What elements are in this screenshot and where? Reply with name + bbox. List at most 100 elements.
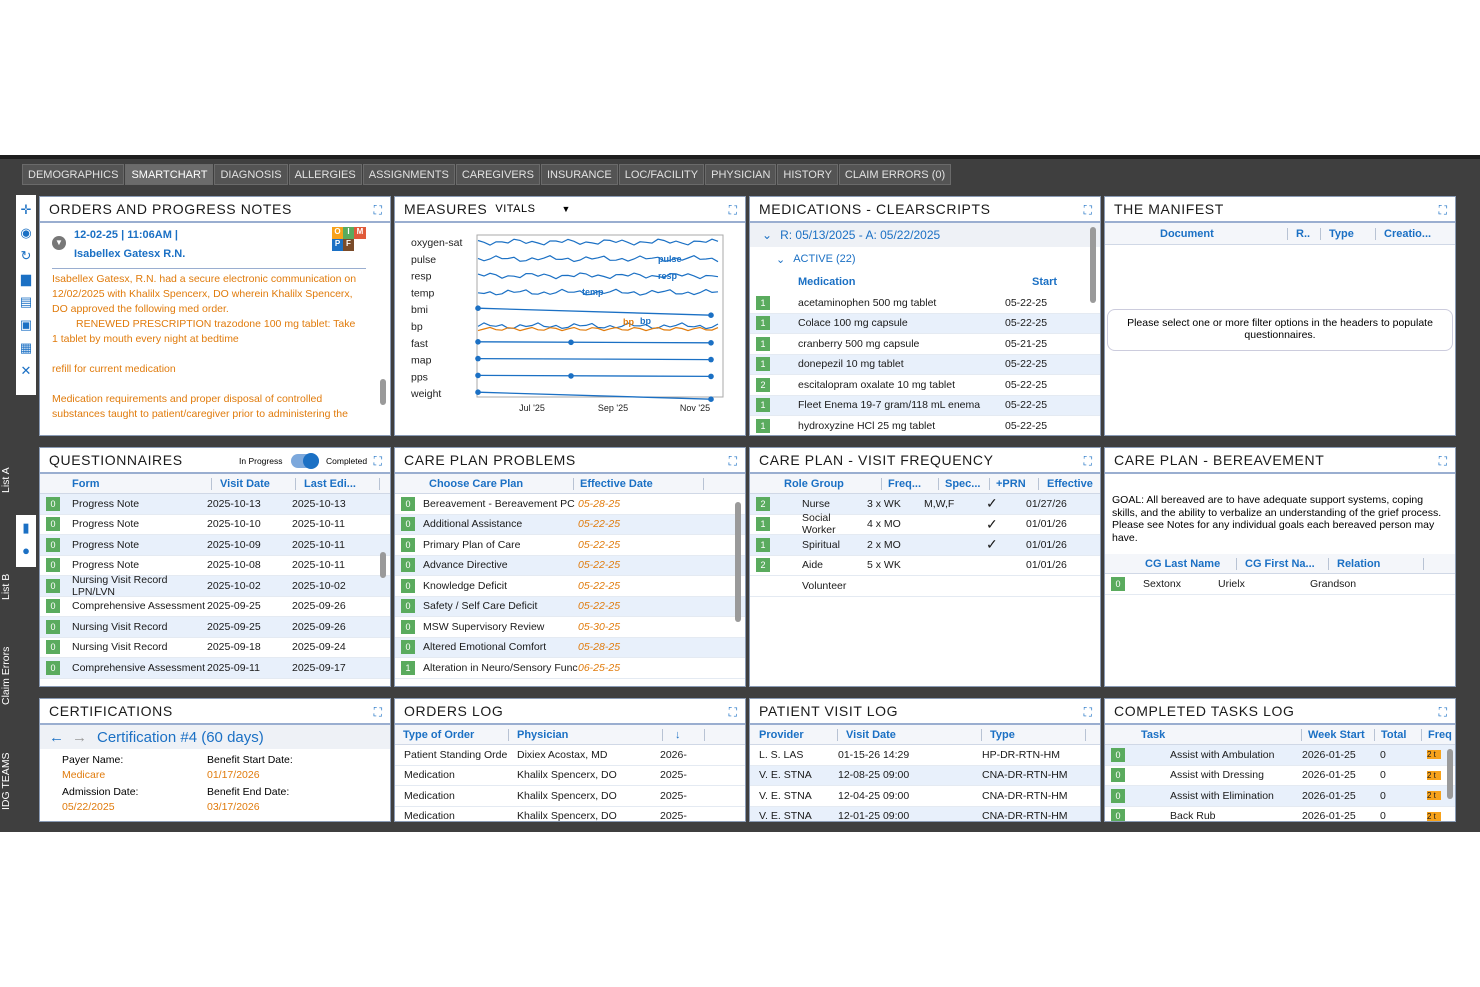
col-provider[interactable]: Provider <box>750 728 838 741</box>
expand-icon[interactable]: ⛶ <box>374 705 382 720</box>
arrow-left-icon[interactable]: ← <box>49 729 64 746</box>
medication-row[interactable]: 1 donepezil 10 mg tablet 05-22-25 <box>750 354 1100 375</box>
refresh-icon[interactable]: ↻ <box>21 247 32 264</box>
map-pin-icon[interactable]: ● <box>22 542 30 559</box>
care-plan-row[interactable]: 0 Primary Plan of Care 05-22-25 <box>395 535 745 556</box>
tab-insurance[interactable]: INSURANCE <box>540 164 618 185</box>
side-tab-claim-errors[interactable]: Claim Errors <box>0 647 12 705</box>
order-log-row[interactable]: Medication Khalilx Spencerx, DO 2025- <box>395 786 745 807</box>
arrow-right-icon[interactable]: → <box>72 729 87 746</box>
expand-icon[interactable]: ⛶ <box>729 705 737 720</box>
col-type[interactable]: Type <box>1321 227 1376 240</box>
tab-caregivers[interactable]: CAREGIVERS <box>455 164 540 185</box>
tab-demographics[interactable]: DEMOGRAPHICS <box>22 164 125 185</box>
order-log-row[interactable]: Medication Khalilx Spencerx, DO 2025- <box>395 766 745 786</box>
col-creation[interactable]: Creatio... <box>1376 228 1431 240</box>
medication-row[interactable]: 1 acetaminophen 500 mg tablet 05-22-25 <box>750 293 1100 314</box>
questionnaire-row[interactable]: 0 Comprehensive Assessment 2025-09-25 2025-… <box>40 597 390 617</box>
vitals-dropdown[interactable]: VITALS <box>495 203 535 215</box>
scrollbar[interactable] <box>735 502 741 622</box>
questionnaire-row[interactable]: 0 Progress Note 2025-10-09 2025-10-11 <box>40 535 390 556</box>
scrollbar[interactable] <box>380 379 386 405</box>
task-row[interactable]: 0 Back Rub 2026-01-25 0 2 t <box>1105 807 1455 821</box>
col-freq[interactable]: Freq... <box>882 477 939 490</box>
visit-log-row[interactable]: V. E. STNA 12-01-25 09:00 CNA-DR-RTN-HM <box>750 806 1100 821</box>
note-author[interactable]: Isabellex Gatesx R.N. <box>74 248 185 260</box>
scrollbar[interactable] <box>1090 227 1096 303</box>
questionnaire-row[interactable]: 0 Progress Note 2025-10-10 2025-10-11 <box>40 515 390 535</box>
tab-diagnosis[interactable]: DIAGNOSIS <box>214 164 288 185</box>
expand-icon[interactable]: ⛶ <box>1084 705 1092 720</box>
care-plan-row[interactable]: 0 Advance Directive 05-22-25 <box>395 555 745 576</box>
expand-icon[interactable]: ⛶ <box>1084 454 1092 469</box>
tab-smartchart[interactable]: SMARTCHART <box>125 164 214 185</box>
sort-down-icon[interactable]: ↓ <box>663 728 705 741</box>
col-prn[interactable]: +PRN <box>990 477 1039 490</box>
col-total[interactable]: Total <box>1375 728 1422 741</box>
visit-frequency-row[interactable]: Volunteer <box>750 576 1100 597</box>
visit-log-row[interactable]: L. S. LAS 01-15-26 14:29 HP-DR-RTN-HM <box>750 745 1100 766</box>
col-medication[interactable]: Medication <box>798 276 1032 288</box>
side-tab-idg-teams[interactable]: IDG TEAMS <box>0 752 12 810</box>
expand-icon[interactable]: ⛶ <box>374 203 382 218</box>
expand-icon[interactable]: ⛶ <box>1439 454 1447 469</box>
visit-frequency-row[interactable]: 1 Spiritual 2 x MO ✓ 01/01/26 <box>750 535 1100 556</box>
scrollbar[interactable] <box>380 552 386 578</box>
meds-active-group[interactable]: ⌄ ACTIVE (22) <box>750 247 1100 271</box>
order-log-row[interactable]: Medication Khalilx Spencerx, DO 2025- <box>395 807 745 821</box>
side-tab-list-a[interactable]: List A <box>0 467 12 493</box>
col-type[interactable]: Type <box>982 728 1086 741</box>
medication-row[interactable]: 1 Fleet Enema 19-7 gram/118 mL enema 05-22… <box>750 395 1100 416</box>
col-cg-first-name[interactable]: CG First Na... <box>1237 557 1329 570</box>
col-freq[interactable]: Freq <box>1422 729 1452 741</box>
list-icon[interactable]: ▤ <box>20 293 32 310</box>
care-plan-row[interactable]: 0 Additional Assistance 05-22-25 <box>395 514 745 535</box>
tab-claim-errors[interactable]: CLAIM ERRORS (0) <box>838 164 952 185</box>
visit-frequency-row[interactable]: 2 Aide 5 x WK 01/01/26 <box>750 556 1100 576</box>
expand-icon[interactable]: ⛶ <box>1084 203 1092 218</box>
col-effective[interactable]: Effective <box>1039 478 1093 490</box>
task-row[interactable]: 0 Assist with Ambulation 2026-01-25 0 2 t <box>1105 745 1455 766</box>
medication-row[interactable]: 2 escitalopram oxalate 10 mg tablet 05-22-… <box>750 375 1100 396</box>
col-document[interactable]: Document <box>1160 227 1288 240</box>
col-week-start[interactable]: Week Start <box>1302 728 1375 741</box>
crosshair-icon[interactable]: ✛ <box>21 201 32 218</box>
contact-icon[interactable]: ▣ <box>20 316 32 333</box>
medication-row[interactable]: 1 hydroxyzine HCl 25 mg tablet 05-22-25 <box>750 416 1100 435</box>
col-last-edit[interactable]: Last Edi... <box>296 477 380 490</box>
expand-icon[interactable]: ⛶ <box>729 454 737 469</box>
questionnaire-row[interactable]: 0 Progress Note 2025-10-13 2025-10-13 <box>40 494 390 515</box>
order-log-row[interactable]: Patient Standing Orde Dixiex Acostax, MD 2… <box>395 745 745 766</box>
task-row[interactable]: 0 Assist with Dressing 2026-01-25 0 2 t <box>1105 766 1455 786</box>
col-choose-care-plan[interactable]: Choose Care Plan <box>429 477 574 490</box>
calendar-icon[interactable]: ▦ <box>20 339 32 356</box>
tools-icon[interactable]: ✕ <box>21 362 32 379</box>
col-type-of-order[interactable]: Type of Order <box>395 728 509 741</box>
print-icon[interactable]: ▆ <box>21 270 31 287</box>
bereavement-row[interactable]: 0 Sextonx Urielx Grandson <box>1105 574 1455 595</box>
tab-loc-facility[interactable]: LOC/FACILITY <box>618 164 705 185</box>
questionnaire-row[interactable]: 0 Nursing Visit Record LPN/LVN 2025-10-02 2… <box>40 574 390 598</box>
col-role-group[interactable]: Role Group <box>784 477 882 490</box>
visit-frequency-row[interactable]: 1 Social Worker 4 x MO ✓ 01/01/26 <box>750 512 1100 536</box>
care-plan-row[interactable]: 0 Bereavement - Bereavement PC 05-28-25 <box>395 494 745 515</box>
questionnaire-row[interactable]: 0 Comprehensive Assessment 2025-09-11 2025-… <box>40 658 390 679</box>
care-plan-row[interactable]: 1 Alteration in Neuro/Sensory Func 06-25-2… <box>395 658 745 679</box>
side-tab-list-b[interactable]: List B <box>0 574 12 600</box>
col-physician[interactable]: Physician <box>509 728 663 741</box>
visit-log-row[interactable]: V. E. STNA 12-08-25 09:00 CNA-DR-RTN-HM <box>750 765 1100 786</box>
expand-icon[interactable]: ⛶ <box>729 203 737 218</box>
col-start[interactable]: Start <box>1032 276 1057 288</box>
scrollbar[interactable] <box>1447 749 1453 799</box>
status-toggle[interactable] <box>291 453 319 469</box>
visit-log-row[interactable]: V. E. STNA 12-04-25 09:00 CNA-DR-RTN-HM <box>750 786 1100 807</box>
tab-allergies[interactable]: ALLERGIES <box>288 164 362 185</box>
col-spec[interactable]: Spec... <box>939 477 990 490</box>
tab-assignments[interactable]: ASSIGNMENTS <box>362 164 455 185</box>
eye-icon[interactable]: ◉ <box>20 224 31 241</box>
col-cg-last-name[interactable]: CG Last Name <box>1145 557 1237 570</box>
book-icon[interactable]: ▮ <box>22 519 29 536</box>
col-task[interactable]: Task <box>1131 728 1302 741</box>
questionnaire-row[interactable]: 0 Nursing Visit Record 2025-09-25 2025-09-2… <box>40 617 390 638</box>
col-relation[interactable]: Relation <box>1329 557 1424 570</box>
